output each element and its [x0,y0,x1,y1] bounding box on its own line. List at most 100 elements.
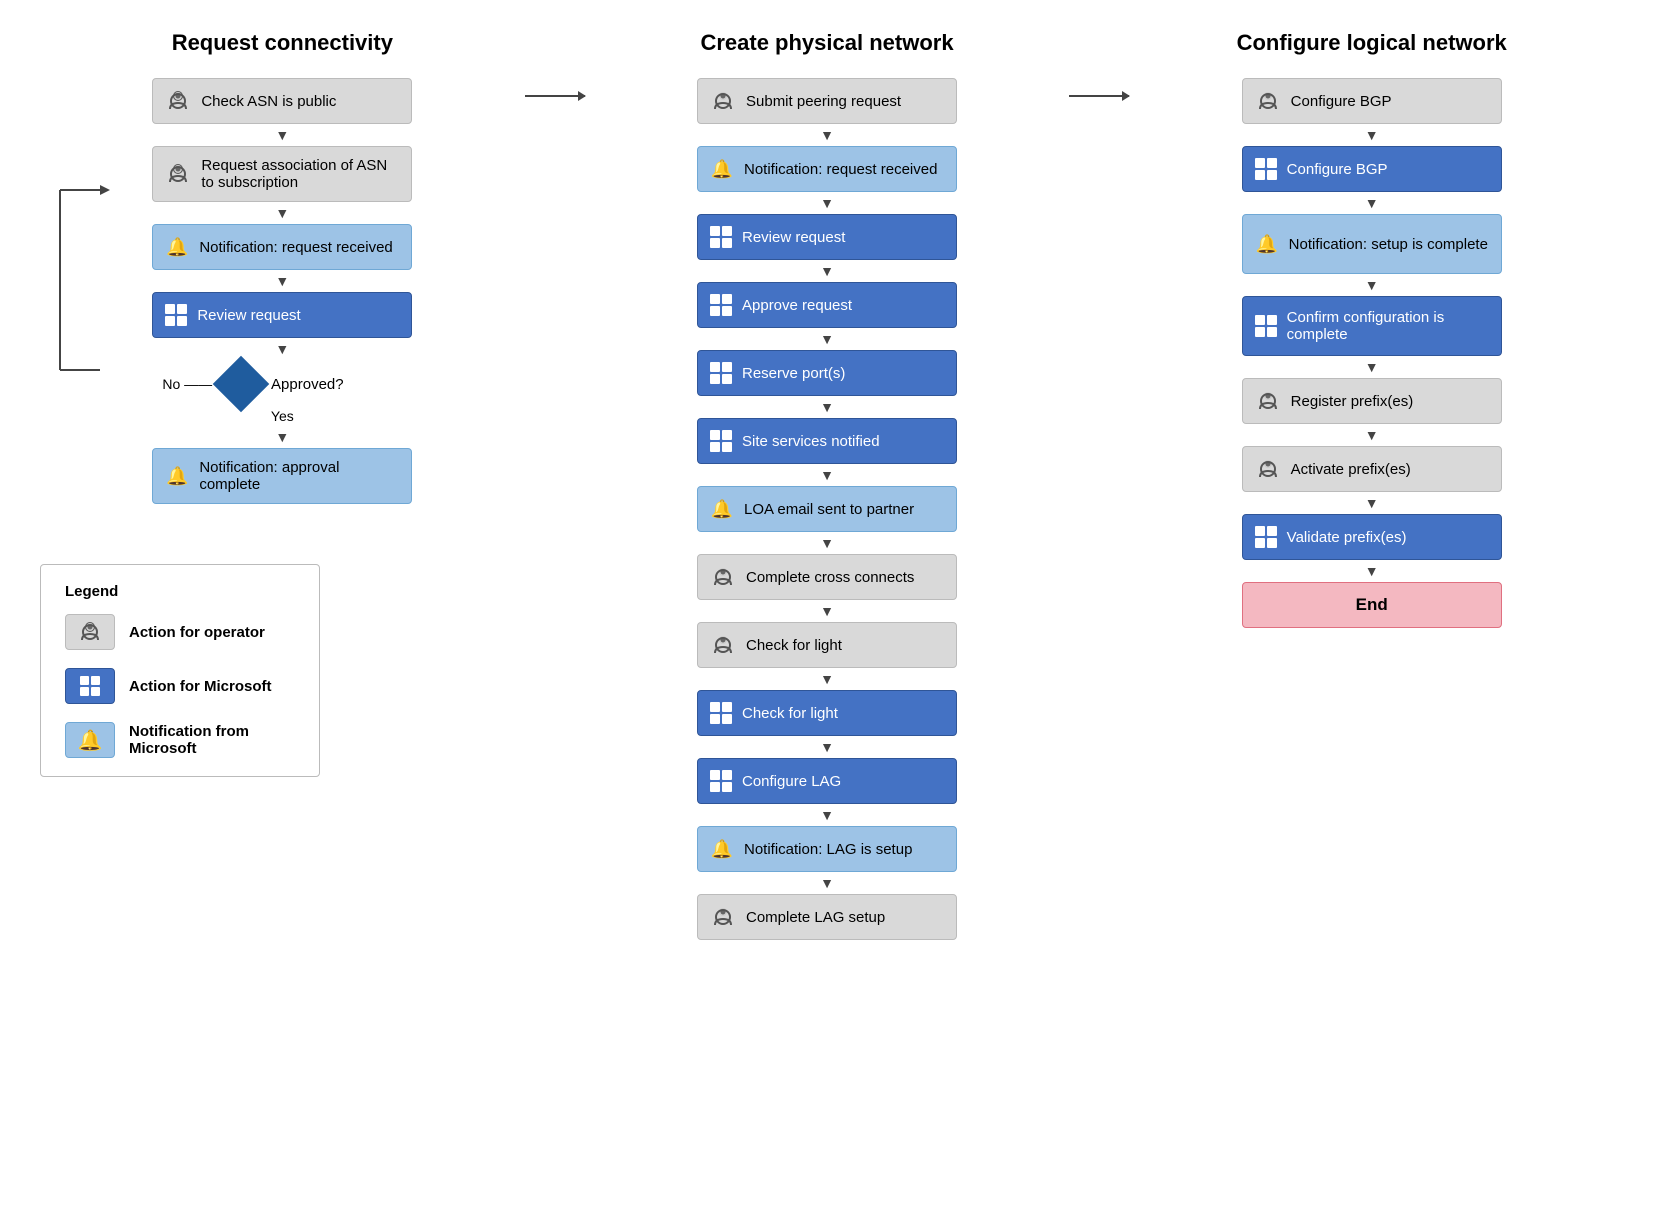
submit-peering-label: Submit peering request [746,93,901,110]
person-icon-2 [165,161,191,187]
arrow-c3-3 [1365,274,1379,296]
arrow-c2-10 [820,736,834,758]
flow-item-request-assoc: Request association of ASN to subscripti… [152,146,412,224]
box-notif-lag: 🔔 Notification: LAG is setup [697,826,957,872]
box-configure-bgp-blue: Configure BGP [1242,146,1502,192]
flow-item-validate-prefix: Validate prefix(es) [1242,514,1502,582]
person-icon-4 [710,564,736,590]
arrow-c3-7 [1365,560,1379,582]
complete-lag-label: Complete LAG setup [746,909,885,926]
arrow4 [275,338,289,360]
arrow-c3-5 [1365,424,1379,446]
bell-icon-2: 🔔 [165,464,189,488]
box-check-light-1: Check for light [697,622,957,668]
flow-item-approve: Approve request [697,282,957,350]
loa-email-label: LOA email sent to partner [744,501,914,518]
flow-item-end: End [1242,582,1502,628]
col3-title: Configure logical network [1237,30,1507,56]
legend-box-gray [65,614,115,650]
check-light-1-label: Check for light [746,637,842,654]
flow-item-register-prefix: Register prefix(es) [1242,378,1502,446]
arrow-c2-5 [820,396,834,418]
configure-bgp-blue-label: Configure BGP [1287,161,1388,178]
person-icon-5 [710,632,736,658]
person-icon-3 [710,88,736,114]
request-assoc-label: Request association of ASN to subscripti… [201,157,399,191]
person-icon [165,88,191,114]
windows-icon-2 [710,226,732,248]
arrow2 [275,202,289,224]
box-review-2: Review request [697,214,957,260]
windows-icon-8 [1255,158,1277,180]
diagram-container: Request connectivity [40,30,1614,940]
box-approve: Approve request [697,282,957,328]
legend-item-microsoft: Action for Microsoft [65,668,295,704]
flow-item-activate-prefix: Activate prefix(es) [1242,446,1502,514]
column-physical-network: Create physical network Submit peering r… [585,30,1070,940]
review-2-label: Review request [742,229,845,246]
flow-item-notif-approval: 🔔 Notification: approval complete [152,448,412,504]
box-loa-email: 🔔 LOA email sent to partner [697,486,957,532]
h-arrow-line-1 [525,95,585,97]
legend-item-operator: Action for operator [65,614,295,650]
decision-approved: No —— Approved? [152,364,412,404]
arrow-c3-6 [1365,492,1379,514]
flow-item-submit-peering: Submit peering request [697,78,957,146]
box-configure-lag: Configure LAG [697,758,957,804]
box-validate-prefix: Validate prefix(es) [1242,514,1502,560]
windows-icon-6 [710,702,732,724]
legend-box-blue [65,668,115,704]
col2-title: Create physical network [700,30,953,56]
arrow-c2-4 [820,328,834,350]
col1-title: Request connectivity [172,30,393,56]
arrow-c3-1 [1365,124,1379,146]
column-request-connectivity: Request connectivity [40,30,525,777]
arrow-c2-1 [820,124,834,146]
flow-item-reserve-ports: Reserve port(s) [697,350,957,418]
notif-approval-label: Notification: approval complete [199,459,399,493]
flow-item-review-1: Review request [152,292,412,360]
box-cross-connects: Complete cross connects [697,554,957,600]
flow-item-cross-connects: Complete cross connects [697,554,957,622]
box-notif-approval: 🔔 Notification: approval complete [152,448,412,504]
flow-item-configure-bgp-gray: Configure BGP [1242,78,1502,146]
arrow5 [275,426,289,448]
notif-setup-label: Notification: setup is complete [1289,236,1488,253]
box-activate-prefix: Activate prefix(es) [1242,446,1502,492]
legend-item-notification: 🔔 Notification from Microsoft [65,722,295,758]
flow-item-notif-setup: 🔔 Notification: setup is complete [1242,214,1502,296]
legend-operator-label: Action for operator [129,624,265,641]
legend-box-lightblue: 🔔 [65,722,115,758]
flow-item-loa-email: 🔔 LOA email sent to partner [697,486,957,554]
box-confirm-config: Confirm configuration is complete [1242,296,1502,356]
arrow3 [275,270,289,292]
bell-icon-4: 🔔 [710,497,734,521]
notif-received-1-label: Notification: request received [199,239,392,256]
flow-item-configure-lag: Configure LAG [697,758,957,826]
legend-bell-icon: 🔔 [78,728,103,753]
bell-icon-6: 🔔 [1255,232,1279,256]
arrow-c3-2 [1365,192,1379,214]
person-icon-9 [1255,456,1281,482]
configure-lag-label: Configure LAG [742,773,841,790]
windows-icon-9 [1255,315,1277,337]
reserve-ports-label: Reserve port(s) [742,365,845,382]
box-check-light-2: Check for light [697,690,957,736]
box-register-prefix: Register prefix(es) [1242,378,1502,424]
legend: Legend Action for operator [40,564,320,777]
flow-item-confirm-config: Confirm configuration is complete [1242,296,1502,378]
arrow-c2-9 [820,668,834,690]
windows-icon-3 [710,294,732,316]
no-label: No —— [162,376,212,392]
box-check-asn: Check ASN is public [152,78,412,124]
flow-item-complete-lag: Complete LAG setup [697,894,957,940]
bell-icon-1: 🔔 [165,235,189,259]
review-1-label: Review request [197,307,300,324]
col1-col2-connector [525,30,585,97]
arrow-c2-3 [820,260,834,282]
box-reserve-ports: Reserve port(s) [697,350,957,396]
check-asn-label: Check ASN is public [201,93,336,110]
site-services-label: Site services notified [742,433,880,450]
flow-item-site-services: Site services notified [697,418,957,486]
cross-connects-label: Complete cross connects [746,569,914,586]
